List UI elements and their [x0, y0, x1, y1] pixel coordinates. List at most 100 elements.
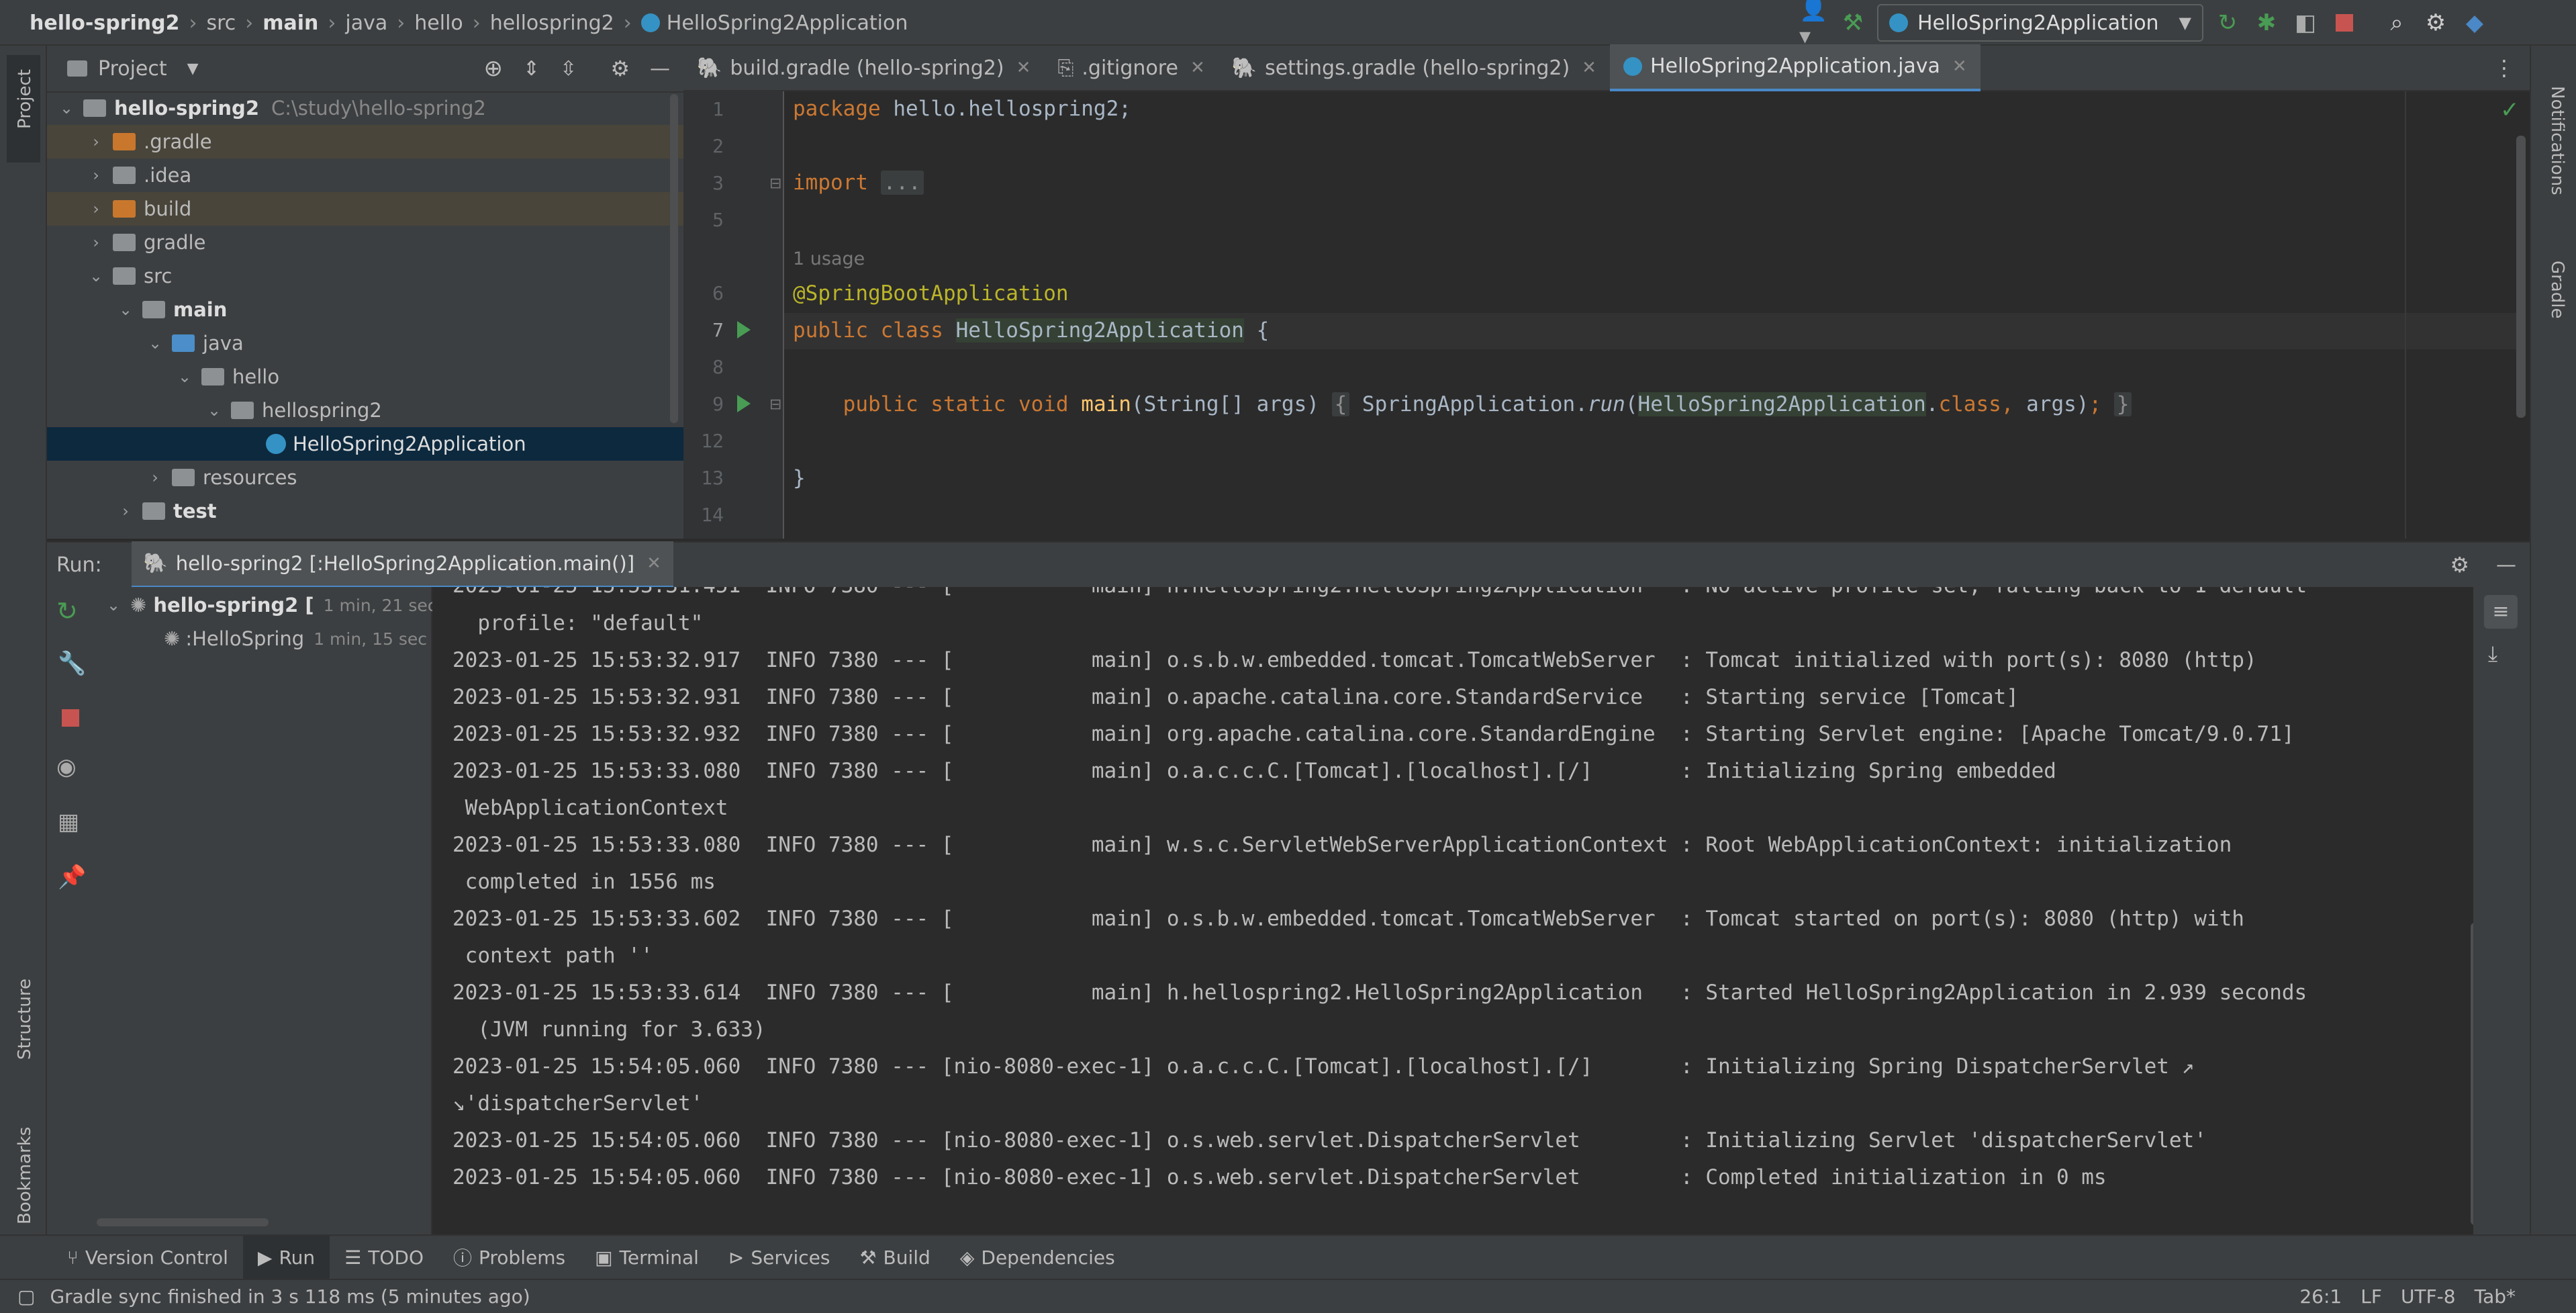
tool-todo[interactable]: ☰ TODO	[330, 1236, 438, 1279]
window-icon[interactable]: ▢	[17, 1285, 35, 1308]
run-tree-item-task[interactable]: ✺ :HelloSpring 1 min, 15 sec	[164, 622, 427, 655]
run-main-gutter-icon[interactable]	[737, 395, 751, 412]
close-icon[interactable]: ✕	[1952, 56, 1967, 77]
chevron-down-icon[interactable]: ⌄	[204, 401, 224, 420]
tool-services[interactable]: ⊳ Services	[714, 1236, 845, 1279]
indent-setting[interactable]: Tab*	[2475, 1285, 2516, 1308]
tree-item-hellospring2[interactable]: ⌄ hellospring2	[47, 394, 683, 427]
chevron-right-icon[interactable]: ›	[86, 233, 106, 252]
gear-icon[interactable]: ⚙	[610, 56, 630, 81]
status-message[interactable]: Gradle sync finished in 3 s 118 ms (5 mi…	[50, 1285, 530, 1308]
tree-item-src[interactable]: ⌄ src	[47, 259, 683, 293]
breadcrumb-project[interactable]: hello-spring2	[30, 11, 179, 35]
chevron-down-icon[interactable]: ⌄	[86, 267, 106, 285]
chevron-right-icon[interactable]: ›	[86, 132, 106, 151]
run-configuration-select[interactable]: HelloSpring2Application ▼	[1877, 4, 2203, 42]
expand-all-icon[interactable]: ⇕	[523, 57, 540, 81]
gradle-stripe-button[interactable]: Gradle	[2538, 227, 2571, 334]
breadcrumb-class[interactable]: HelloSpring2Application	[667, 11, 908, 35]
tree-item-resources[interactable]: › resources	[47, 461, 683, 494]
tree-item-idea[interactable]: › .idea	[47, 159, 683, 192]
tree-item-java[interactable]: ⌄ java	[47, 326, 683, 360]
line-separator[interactable]: LF	[2360, 1285, 2382, 1308]
search-icon[interactable]: ⌕	[2382, 8, 2412, 38]
structure-stripe-button[interactable]: Structure	[7, 939, 40, 1073]
locate-icon[interactable]: ⊕	[484, 55, 504, 82]
coverage-icon[interactable]: ◧	[2291, 8, 2320, 38]
project-view-title[interactable]: Project	[98, 57, 167, 81]
usage-hint[interactable]: 1 usage	[793, 246, 865, 270]
fold-icon[interactable]: ⊟	[769, 175, 781, 192]
chevron-down-icon[interactable]: ⌄	[145, 334, 165, 353]
tool-run[interactable]: ▶ Run	[242, 1236, 330, 1279]
chevron-right-icon[interactable]: ›	[145, 468, 165, 487]
close-icon[interactable]: ✕	[1016, 58, 1031, 78]
jetbrains-logo-icon[interactable]: ◆	[2460, 8, 2489, 38]
chevron-right-icon[interactable]: ›	[86, 166, 106, 185]
gear-icon[interactable]: ⚙	[2421, 8, 2450, 38]
chevron-down-icon[interactable]: ⌄	[115, 300, 136, 319]
tree-item-test[interactable]: › test	[47, 494, 683, 528]
breadcrumb-java[interactable]: java	[345, 11, 387, 35]
file-encoding[interactable]: UTF-8	[2401, 1285, 2456, 1308]
breadcrumb-src[interactable]: src	[206, 11, 236, 35]
tool-problems[interactable]: ⓘ Problems	[438, 1236, 580, 1279]
tree-item-main[interactable]: ⌄ main	[47, 293, 683, 326]
rerun-icon[interactable]: ↻	[56, 596, 78, 626]
notifications-stripe-button[interactable]: Notifications	[2538, 59, 2571, 234]
console-output[interactable]: 2023-01-25 15:53:31.451 INFO 7380 --- [ …	[432, 587, 2473, 1234]
breadcrumb-main[interactable]: main	[263, 11, 318, 35]
eye-icon[interactable]: ◉	[56, 754, 77, 780]
debug-icon[interactable]: ✱	[2252, 8, 2281, 38]
close-icon[interactable]: ✕	[647, 553, 661, 574]
tree-item-gradle-dir[interactable]: › .gradle	[47, 125, 683, 159]
stop-icon[interactable]	[62, 709, 79, 727]
chevron-down-icon[interactable]: ▼	[187, 60, 199, 77]
tool-terminal[interactable]: ▣ Terminal	[580, 1236, 714, 1279]
breadcrumb-hellospring2[interactable]: hellospring2	[490, 11, 614, 35]
collapse-all-icon[interactable]: ⇳	[560, 57, 577, 81]
project-scrollbar[interactable]	[670, 94, 678, 423]
editor-scrollbar[interactable]	[2516, 136, 2526, 418]
chevron-right-icon[interactable]: ›	[115, 502, 136, 520]
run-tab[interactable]: 🐘 hello-spring2 [:HelloSpring2Applicatio…	[131, 541, 673, 589]
close-icon[interactable]: ✕	[1190, 58, 1205, 78]
build-hammer-icon[interactable]: ⚒	[1838, 8, 1868, 38]
tree-item-build[interactable]: › build	[47, 192, 683, 226]
chevron-down-icon[interactable]: ⌄	[56, 99, 77, 118]
pin-icon[interactable]: 📌	[58, 864, 86, 891]
tab-hellospring2application[interactable]: HelloSpring2Application.java ✕	[1609, 44, 1981, 92]
breadcrumb-hello[interactable]: hello	[414, 11, 463, 35]
tree-item-hellospring2application[interactable]: HelloSpring2Application	[47, 427, 683, 461]
run-class-gutter-icon[interactable]	[737, 321, 751, 338]
tab-settings-gradle[interactable]: 🐘 settings.gradle (hello-spring2) ✕	[1219, 46, 1610, 90]
check-icon[interactable]: ✓	[2500, 97, 2520, 124]
scroll-to-end-icon[interactable]: ⤓	[2488, 641, 2497, 667]
wrench-icon[interactable]: 🔧	[58, 650, 86, 677]
gear-icon[interactable]: ⚙	[2450, 552, 2469, 578]
tree-item-hello[interactable]: ⌄ hello	[47, 360, 683, 394]
chevron-down-icon[interactable]: ⌄	[103, 596, 124, 615]
close-icon[interactable]: ✕	[1582, 58, 1596, 78]
code-editor[interactable]: package hello.hellospring2; import ... 1…	[784, 91, 2530, 539]
more-tabs-icon[interactable]: ⋮	[2493, 55, 2515, 81]
stop-icon[interactable]	[2330, 8, 2359, 38]
caret-position[interactable]: 26:1	[2299, 1285, 2342, 1308]
tab-gitignore[interactable]: ⎘ .gitignore ✕	[1044, 46, 1218, 90]
layout-icon[interactable]: ▦	[58, 809, 79, 835]
bookmarks-stripe-button[interactable]: Bookmarks	[7, 1093, 40, 1228]
tree-item-gradle[interactable]: › gradle	[47, 226, 683, 259]
tool-dependencies[interactable]: ◈ Dependencies	[945, 1236, 1130, 1279]
fold-icon[interactable]: ⊟	[769, 396, 781, 413]
chevron-down-icon[interactable]: ⌄	[175, 367, 195, 386]
minimize-icon[interactable]: —	[650, 57, 670, 81]
run-tree-hscrollbar[interactable]	[97, 1218, 269, 1226]
tool-build[interactable]: ⚒ Build	[845, 1236, 945, 1279]
soft-wrap-icon[interactable]: ≡	[2484, 595, 2518, 629]
tool-version-control[interactable]: ⑂ Version Control	[52, 1236, 243, 1279]
tab-build-gradle[interactable]: 🐘 build.gradle (hello-spring2) ✕	[683, 46, 1044, 90]
import-fold[interactable]: ...	[880, 171, 924, 195]
minimize-icon[interactable]: —	[2496, 553, 2516, 577]
chevron-right-icon[interactable]: ›	[86, 199, 106, 218]
tree-item-hello-spring2[interactable]: ⌄ hello-spring2 C:\study\hello-spring2	[47, 91, 683, 125]
